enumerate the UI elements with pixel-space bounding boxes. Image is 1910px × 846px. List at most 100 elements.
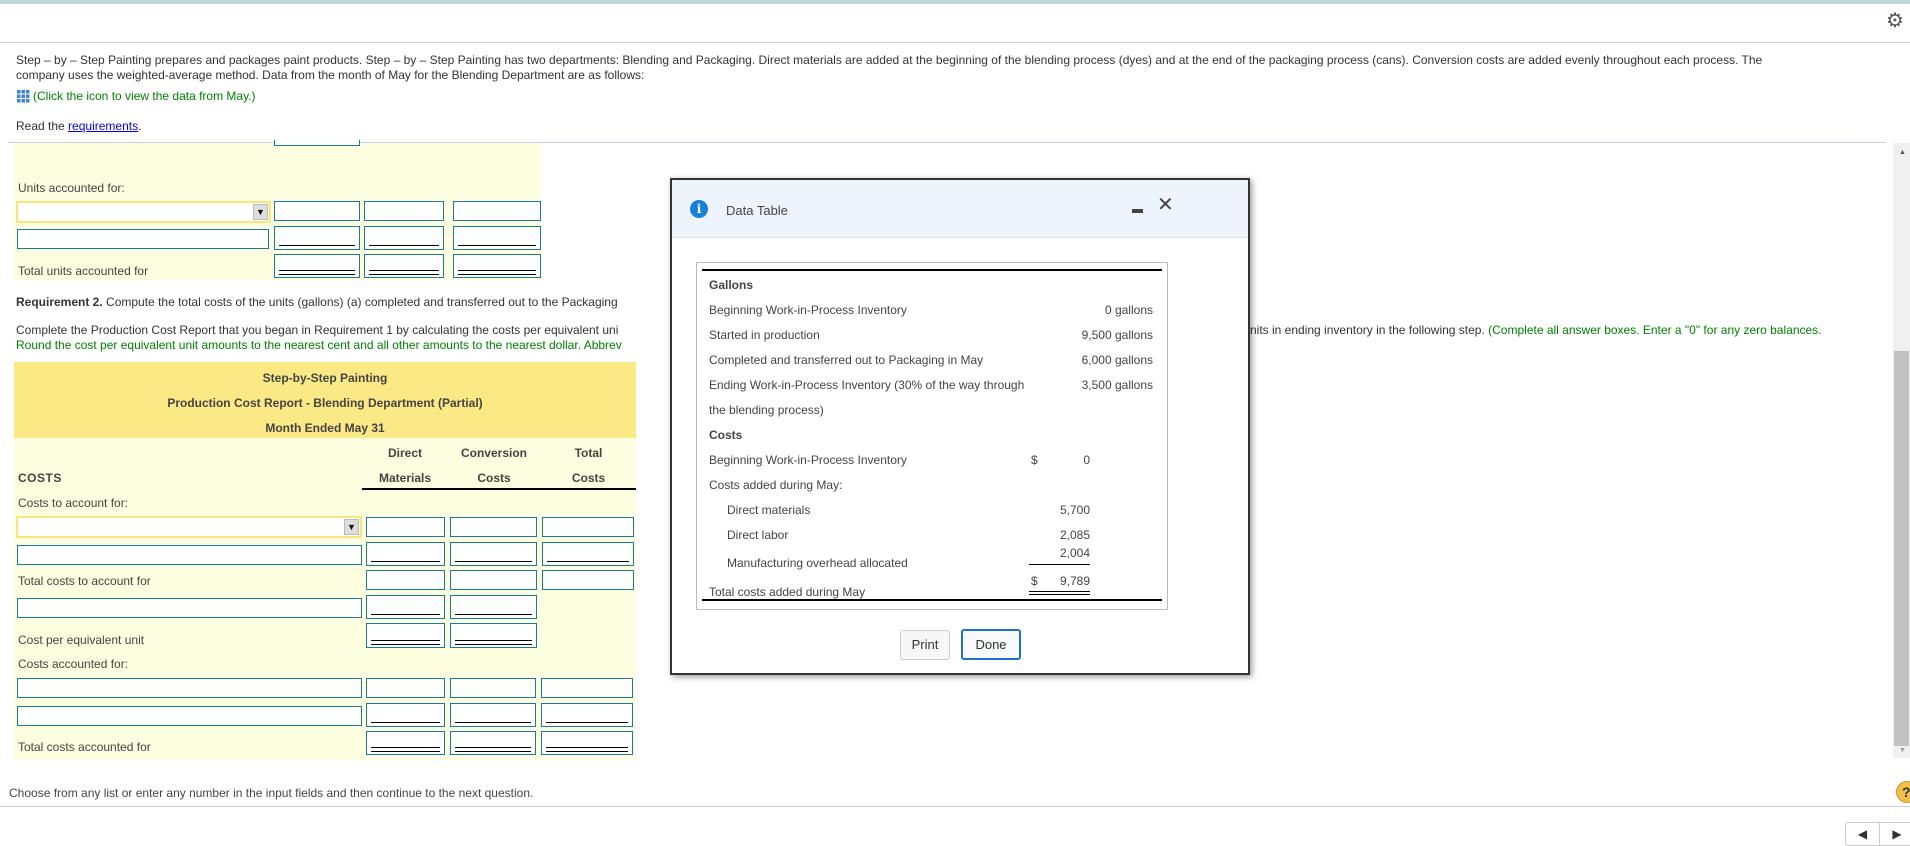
scroll-up-icon[interactable]: ▲ — [1899, 149, 1906, 156]
chevron-down-icon[interactable]: ▼ — [344, 519, 359, 535]
input-cell[interactable] — [366, 542, 445, 566]
gallons-row-label: Completed and transferred out to Packagi… — [709, 353, 984, 367]
text-input[interactable] — [17, 706, 362, 726]
input-cell[interactable] — [364, 201, 444, 221]
chevron-down-icon[interactable]: ▼ — [253, 204, 268, 220]
close-icon[interactable]: ✕ — [1157, 192, 1174, 217]
input-cell[interactable] — [364, 226, 444, 250]
cost-item-value: 2,085 — [1059, 528, 1090, 542]
text-input[interactable] — [17, 229, 269, 249]
input-cell[interactable] — [453, 226, 541, 250]
read-requirements: Read the requirements. — [16, 119, 141, 133]
input-cell[interactable] — [366, 678, 445, 698]
input-cell[interactable] — [450, 517, 537, 537]
col-total: Total — [574, 446, 603, 460]
input-cell[interactable] — [450, 570, 537, 590]
col-costs: Costs — [477, 471, 511, 485]
costs-accounted-label: Costs accounted for: — [18, 657, 129, 671]
read-suffix: . — [138, 119, 142, 133]
input-cell[interactable] — [450, 595, 537, 619]
total-costs-label: Total costs added during May — [709, 585, 866, 599]
intro-line-1: Step – by – Step Painting prepares and p… — [16, 53, 1763, 67]
input-cell[interactable] — [366, 517, 445, 537]
col-conversion: Conversion — [460, 446, 527, 460]
report-title: Production Cost Report - Blending Depart… — [167, 396, 483, 410]
input-cell[interactable] — [366, 703, 445, 727]
text-input[interactable] — [17, 678, 362, 698]
req2-text: Compute the total costs of the units (ga… — [102, 295, 618, 309]
dialog-header: i Data Table ✕ — [672, 180, 1248, 238]
costs-added-label: Costs added during May: — [709, 478, 843, 492]
next-arrow-icon[interactable]: ▶ — [1880, 823, 1910, 845]
data-link-text[interactable]: (Click the icon to view the data from Ma… — [33, 89, 256, 103]
input-cell[interactable] — [274, 201, 360, 221]
input-cell[interactable] — [541, 678, 633, 698]
col-materials: Materials — [378, 471, 432, 485]
minimize-icon[interactable] — [1132, 209, 1143, 213]
gallons-row-label: Started in production — [709, 328, 820, 342]
total-accounted-label: Total costs accounted for — [18, 740, 151, 754]
input-cell[interactable] — [274, 226, 360, 250]
total-units-label: Total units accounted for — [18, 264, 149, 278]
settings-gear-icon[interactable]: ⚙ — [1886, 8, 1904, 33]
gallons-row-label: Ending Work-in-Process Inventory (30% of… — [709, 378, 1025, 392]
input-cell[interactable] — [450, 623, 537, 648]
col-total-costs: Costs — [571, 471, 606, 485]
beg-wip-cost-label: Beginning Work-in-Process Inventory — [709, 453, 907, 467]
scrollbar-thumb[interactable] — [1894, 351, 1909, 746]
requirements-link[interactable]: requirements — [68, 119, 138, 133]
instructions-text: Complete the Production Cost Report that… — [16, 323, 619, 337]
cost-item-label: Direct materials — [727, 503, 811, 517]
divider — [0, 806, 1910, 807]
costs-heading: COSTS — [18, 471, 62, 485]
data-table: Gallons Beginning Work-in-Process Invent… — [696, 262, 1168, 610]
input-cell[interactable] — [541, 703, 633, 727]
beg-wip-cost-value: 0 — [1083, 453, 1090, 467]
read-prefix: Read the — [16, 119, 69, 133]
prev-arrow-icon[interactable]: ◀ — [1846, 823, 1880, 845]
input-cell[interactable] — [274, 254, 360, 278]
input-cell[interactable] — [542, 570, 634, 590]
input-cell[interactable] — [364, 254, 444, 278]
scrollbar[interactable]: ▲ ▼ — [1893, 143, 1910, 758]
table-bottom-rule — [702, 599, 1162, 601]
cost-per-unit-label: Cost per equivalent unit — [18, 633, 145, 647]
input-cell[interactable] — [366, 623, 445, 648]
table-icon[interactable] — [16, 89, 30, 103]
done-button[interactable]: Done — [961, 629, 1021, 660]
gallons-row-value: 0 gallons — [1104, 303, 1153, 317]
gallons-row-value: 9,500 gallons — [1081, 328, 1153, 342]
costs-dropdown[interactable]: ▼ — [16, 516, 362, 538]
total-to-account-label: Total costs to account for — [18, 574, 151, 588]
input-cell[interactable] — [450, 678, 536, 698]
input-cell[interactable] — [366, 595, 445, 619]
input-cell[interactable] — [542, 542, 634, 566]
data-link[interactable]: (Click the icon to view the data from Ma… — [16, 89, 256, 103]
costs-header: Costs — [709, 428, 743, 442]
input-cell[interactable] — [450, 542, 537, 566]
cost-item-value: 2,004 — [1059, 546, 1090, 560]
input-cell[interactable] — [453, 201, 541, 221]
input-cell[interactable] — [542, 517, 634, 537]
info-icon: i — [690, 200, 708, 218]
print-button[interactable]: Print — [900, 630, 950, 660]
input-cell[interactable] — [366, 731, 445, 755]
col-direct: Direct — [387, 446, 422, 460]
scroll-down-icon[interactable]: ▼ — [1899, 747, 1906, 754]
input-cell[interactable] — [450, 703, 536, 727]
input-cell[interactable] — [450, 731, 536, 755]
input-cell[interactable] — [453, 254, 541, 278]
input-cell[interactable] — [541, 731, 633, 755]
subtotal-rule — [1029, 564, 1090, 565]
units-dropdown[interactable]: ▼ — [16, 201, 271, 223]
help-icon[interactable]: ? — [1896, 781, 1910, 803]
currency-symbol: $ — [1031, 453, 1038, 467]
input-cell[interactable] — [274, 140, 360, 146]
text-input[interactable] — [17, 598, 362, 618]
input-cell[interactable] — [366, 570, 445, 590]
top-strip — [0, 0, 1910, 4]
gallons-row-continued: the blending process) — [709, 403, 824, 417]
text-input[interactable] — [17, 545, 362, 565]
cost-item-label: Manufacturing overhead allocated — [727, 556, 908, 570]
requirement-2: Requirement 2. Compute the total costs o… — [16, 295, 618, 309]
